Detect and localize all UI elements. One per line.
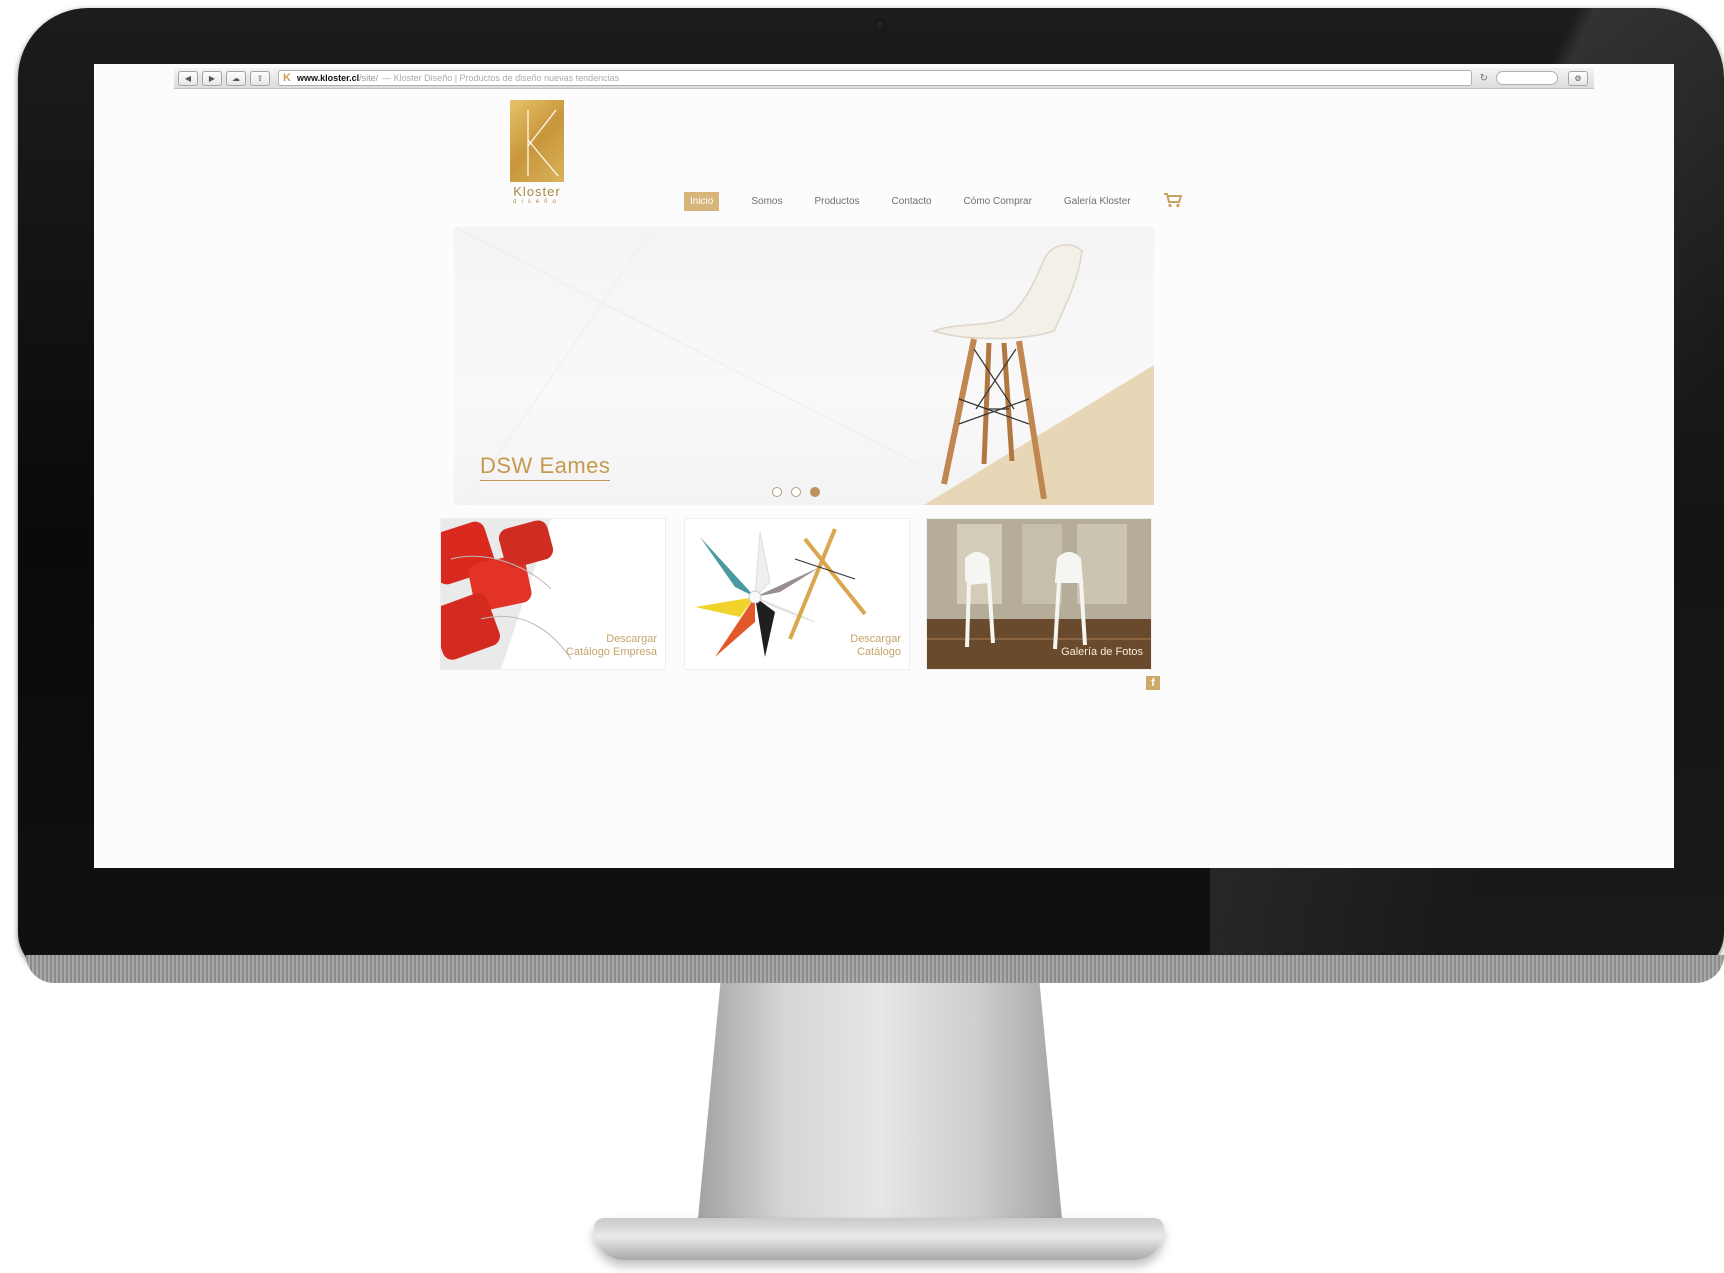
tile-galeria-fotos[interactable]: Galería de Fotos — [926, 518, 1152, 670]
share-icon[interactable]: ⇪ — [250, 70, 270, 86]
slider-dot-active[interactable] — [810, 487, 820, 497]
search-field[interactable] — [1496, 71, 1558, 85]
kloster-logo[interactable]: Kloster diseño — [510, 100, 564, 206]
tile-label: Descargar Catálogo Empresa — [565, 633, 657, 658]
tile-label: Galería de Fotos — [1061, 646, 1143, 658]
screen: ◀ ▶ ☁ ⇪ K www.kloster.cl /site/ — Kloste… — [94, 64, 1674, 868]
tile-label: Descargar Catálogo — [850, 633, 901, 658]
favicon-icon: K — [283, 72, 291, 84]
monitor-stand-foot — [594, 1218, 1164, 1260]
nav-galeria-kloster[interactable]: Galería Kloster — [1064, 196, 1131, 207]
slider-dot[interactable] — [791, 487, 801, 497]
main-nav: Inicio Somos Productos Contacto Cómo Com… — [684, 192, 1183, 211]
settings-icon[interactable]: ⚙ — [1568, 70, 1588, 86]
nav-como-comprar[interactable]: Cómo Comprar — [964, 196, 1032, 207]
hero-slider[interactable]: DSW Eames — [454, 227, 1154, 505]
nav-somos[interactable]: Somos — [751, 196, 782, 207]
address-bar[interactable]: K www.kloster.cl /site/ — Kloster Diseño… — [278, 70, 1472, 86]
url-domain: www.kloster.cl — [296, 73, 360, 83]
monitor-chin — [26, 955, 1724, 983]
logo-subtitle: diseño — [513, 199, 561, 205]
nav-contacto[interactable]: Contacto — [892, 196, 932, 207]
url-path: /site/ — [359, 73, 379, 83]
page-title: — Kloster Diseño | Productos de diseño n… — [382, 73, 620, 83]
logo-name: Kloster — [513, 184, 561, 199]
reload-icon[interactable]: ↻ — [1480, 73, 1488, 84]
slider-dots — [772, 487, 829, 497]
eames-chair-image — [931, 244, 1083, 499]
facebook-icon[interactable]: f — [1146, 676, 1160, 690]
logo-k-mark — [510, 100, 564, 182]
tile-catalogo[interactable]: Descargar Catálogo — [684, 518, 910, 670]
cloud-icon[interactable]: ☁ — [226, 70, 246, 86]
camera-icon — [874, 19, 886, 31]
hero-caption[interactable]: DSW Eames — [480, 453, 611, 481]
browser-toolbar: ◀ ▶ ☁ ⇪ K www.kloster.cl /site/ — Kloste… — [174, 68, 1594, 89]
monitor-stand-neck — [697, 983, 1063, 1223]
nav-inicio[interactable]: Inicio — [684, 192, 720, 211]
tile-catalogo-empresa[interactable]: Descargar Catálogo Empresa — [440, 518, 666, 670]
cart-icon[interactable] — [1163, 192, 1183, 211]
nav-productos[interactable]: Productos — [814, 196, 859, 207]
slider-dot[interactable] — [772, 487, 782, 497]
back-icon[interactable]: ◀ — [178, 70, 198, 86]
forward-icon[interactable]: ▶ — [202, 70, 222, 86]
